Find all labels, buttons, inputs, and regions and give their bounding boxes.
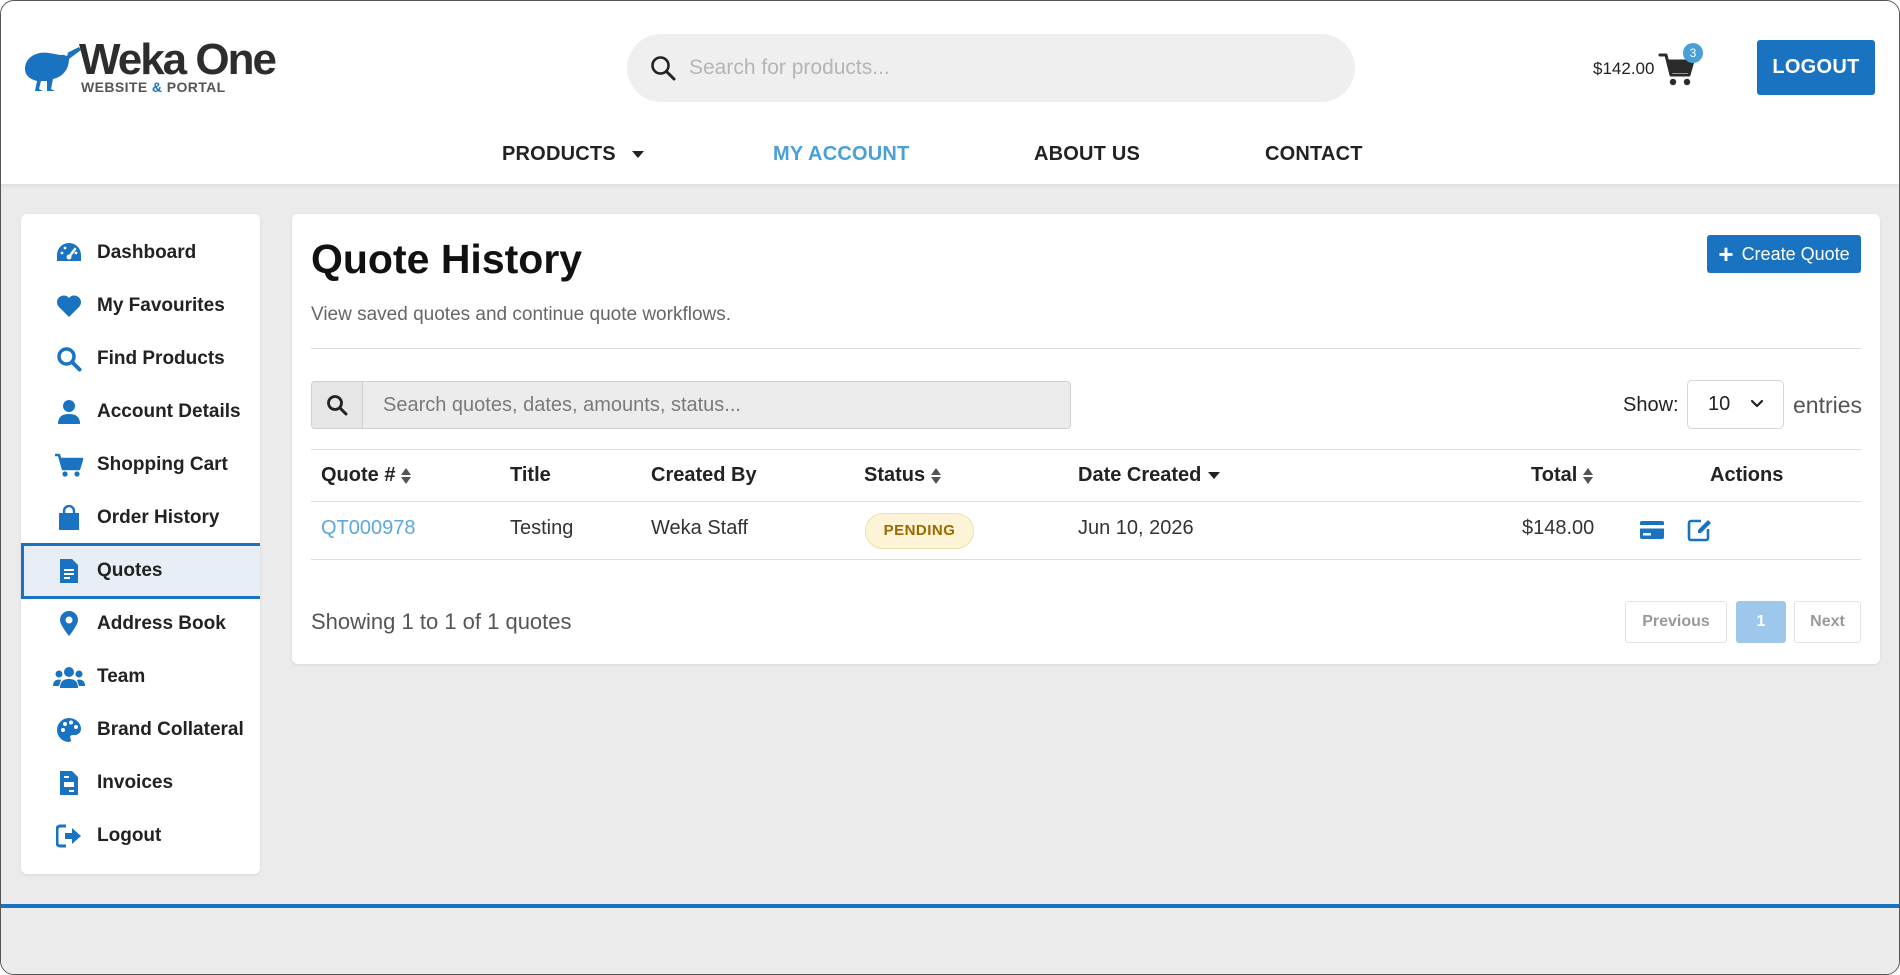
users-icon [53, 663, 85, 691]
caret-down-icon [631, 151, 644, 159]
palette-icon [53, 716, 85, 744]
sidebar-item-logout[interactable]: Logout [21, 808, 260, 864]
product-search-input[interactable] [689, 34, 1329, 102]
sidebar-item-address-book[interactable]: Address Book [21, 596, 260, 652]
quote-created-by: Weka Staff [651, 517, 749, 539]
page-title: Quote History [311, 236, 583, 282]
quote-number-link[interactable]: QT000978 [321, 517, 416, 540]
sidebar-item-label: Order History [97, 507, 220, 528]
column-header-status[interactable]: Status [864, 464, 942, 487]
sidebar-item-brand-collateral[interactable]: Brand Collateral [21, 702, 260, 758]
column-header-title: Title [510, 464, 551, 486]
sidebar-item-order-history[interactable]: Order History [21, 490, 260, 546]
column-header-actions: Actions [1710, 464, 1784, 486]
column-header-total[interactable]: Total [1531, 464, 1594, 487]
sidebar-item-label: Brand Collateral [97, 719, 244, 740]
quotes-table: Quote # Title Created By Status Date Cre… [311, 449, 1861, 560]
entries-label: entries [1793, 392, 1863, 418]
sidebar-item-label: My Favourites [97, 295, 225, 316]
sidebar-item-shopping-cart[interactable]: Shopping Cart [21, 437, 260, 493]
sidebar-item-label: Dashboard [97, 242, 197, 263]
sidebar-item-account-details[interactable]: Account Details [21, 384, 260, 440]
pagination-previous[interactable]: Previous [1625, 601, 1727, 643]
logo-title: Weka One [79, 35, 277, 84]
sidebar-item-label: Find Products [97, 348, 225, 369]
logo-subtitle: WEBSITE & PORTAL [81, 79, 226, 95]
footer [1, 908, 1899, 974]
sidebar-item-label: Invoices [97, 772, 174, 793]
sidebar-item-team[interactable]: Team [21, 649, 260, 705]
product-search [627, 34, 1355, 102]
column-header-quote-number[interactable]: Quote # [321, 464, 412, 487]
sidebar-item-label: Account Details [97, 401, 241, 422]
nav-products[interactable]: PRODUCTS [502, 143, 644, 166]
user-icon [53, 398, 85, 426]
sidebar-item-find-products[interactable]: Find Products [21, 331, 260, 387]
shopping-bag-icon [53, 504, 85, 532]
sort-desc-icon [1208, 472, 1221, 480]
plus-icon: + [1718, 239, 1734, 269]
sort-icon [931, 467, 942, 485]
quote-history-panel: Quote History View saved quotes and cont… [292, 214, 1880, 664]
cart-count-badge: 3 [1683, 43, 1703, 63]
map-pin-icon [53, 610, 85, 638]
entries-select-value: 10 [1708, 393, 1731, 415]
create-quote-label: Create Quote [1741, 243, 1850, 264]
gauge-icon [53, 239, 85, 267]
sidebar-item-my-favourites[interactable]: My Favourites [21, 278, 260, 334]
table-header: Quote # Title Created By Status Date Cre… [311, 449, 1861, 502]
sidebar-item-label: Shopping Cart [97, 454, 228, 475]
quote-search [311, 381, 1071, 429]
table-info: Showing 1 to 1 of 1 quotes [311, 609, 572, 634]
sidebar-item-label: Quotes [97, 560, 163, 581]
document-icon [53, 557, 85, 585]
pagination-next[interactable]: Next [1794, 601, 1861, 643]
sidebar-item-label: Logout [97, 825, 162, 846]
cart-total[interactable]: $142.00 [1593, 59, 1654, 79]
logo[interactable]: Weka One WEBSITE & PORTAL [19, 35, 289, 101]
divider [311, 348, 1861, 349]
page-subtitle: View saved quotes and continue quote wor… [311, 304, 732, 325]
pagination-page-1[interactable]: 1 [1736, 601, 1786, 643]
credit-card-icon[interactable] [1638, 516, 1666, 544]
site-header: Weka One WEBSITE & PORTAL $142.00 3 LOGO… [1, 1, 1899, 184]
table-row: QT000978 Testing Weka Staff PENDING Jun … [311, 502, 1861, 560]
quote-date-created: Jun 10, 2026 [1078, 517, 1194, 539]
entries-select[interactable]: 10 [1687, 380, 1784, 429]
sign-out-icon [53, 822, 85, 850]
sidebar-item-label: Address Book [97, 613, 226, 634]
create-quote-button[interactable]: + Create Quote [1707, 235, 1861, 273]
account-sidebar: Dashboard My Favourites Find Products Ac… [21, 214, 260, 874]
quote-search-input[interactable] [364, 382, 1064, 428]
column-header-date-created[interactable]: Date Created [1078, 464, 1221, 487]
invoice-icon [53, 769, 85, 797]
sort-icon [401, 467, 412, 485]
sidebar-item-invoices[interactable]: Invoices [21, 755, 260, 811]
nav-contact[interactable]: CONTACT [1265, 143, 1363, 166]
cart-icon [53, 451, 85, 479]
quote-total: $148.00 [1522, 517, 1595, 539]
sidebar-item-label: Team [97, 666, 146, 687]
chevron-down-icon [1750, 399, 1764, 408]
kiwi-bird-icon [25, 47, 81, 91]
main-nav: PRODUCTS MY ACCOUNT ABOUT US CONTACT [1, 143, 1899, 167]
sidebar-item-quotes[interactable]: Quotes [21, 543, 260, 599]
column-header-created-by: Created By [651, 464, 757, 486]
nav-my-account[interactable]: MY ACCOUNT [773, 143, 909, 166]
logout-button[interactable]: LOGOUT [1757, 40, 1875, 95]
search-icon [651, 56, 676, 81]
app-window: Weka One WEBSITE & PORTAL $142.00 3 LOGO… [0, 0, 1900, 975]
search-icon [312, 382, 363, 428]
sort-icon [1583, 467, 1594, 485]
show-label: Show: [1623, 394, 1679, 416]
nav-about-us[interactable]: ABOUT US [1034, 143, 1140, 166]
heart-icon [53, 292, 85, 320]
quote-title: Testing [510, 517, 574, 539]
status-badge: PENDING [865, 513, 974, 549]
search-icon [53, 345, 85, 373]
edit-icon[interactable] [1686, 516, 1714, 544]
sidebar-item-dashboard[interactable]: Dashboard [21, 225, 260, 281]
